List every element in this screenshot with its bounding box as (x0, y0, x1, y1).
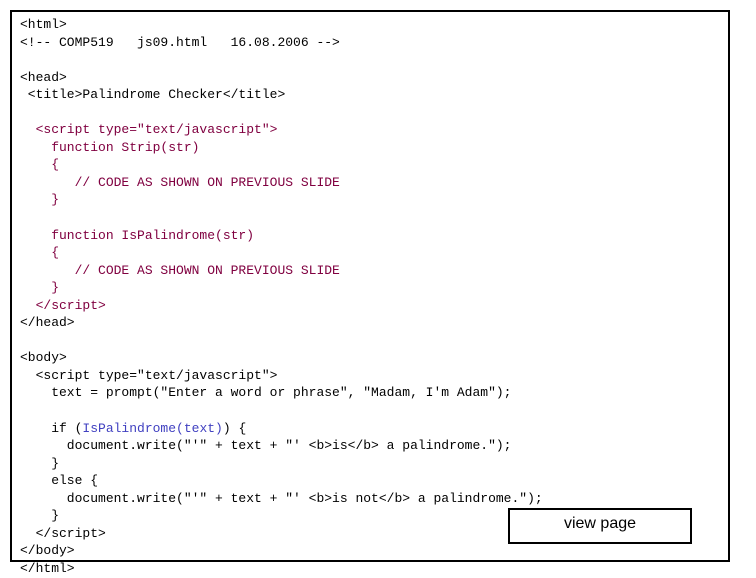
code-line: text = prompt("Enter a word or phrase", … (20, 384, 720, 402)
code-line: if (IsPalindrome(text)) { (20, 420, 720, 438)
code-line: // CODE AS SHOWN ON PREVIOUS SLIDE (20, 262, 720, 280)
code-line: <html> (20, 16, 720, 34)
code-frame: <html><!-- COMP519 js09.html 16.08.2006 … (10, 10, 730, 562)
code-line: <title>Palindrome Checker</title> (20, 86, 720, 104)
view-page-button[interactable]: view page (508, 508, 692, 544)
code-line: <!-- COMP519 js09.html 16.08.2006 --> (20, 34, 720, 52)
code-line: else { (20, 472, 720, 490)
code-line: } (20, 455, 720, 473)
code-line (20, 51, 720, 69)
code-line: <script type="text/javascript"> (20, 121, 720, 139)
code-line: </script> (20, 297, 720, 315)
code-line (20, 209, 720, 227)
code-line: { (20, 244, 720, 262)
code-line: function IsPalindrome(str) (20, 227, 720, 245)
code-line: <head> (20, 69, 720, 87)
code-line: { (20, 156, 720, 174)
code-line (20, 402, 720, 420)
code-line: <script type="text/javascript"> (20, 367, 720, 385)
code-line (20, 332, 720, 350)
code-line: </body> (20, 542, 720, 560)
code-line: document.write("'" + text + "' <b>is not… (20, 490, 720, 508)
code-line: document.write("'" + text + "' <b>is</b>… (20, 437, 720, 455)
code-listing: <html><!-- COMP519 js09.html 16.08.2006 … (20, 16, 720, 578)
code-line: function Strip(str) (20, 139, 720, 157)
code-line: </head> (20, 314, 720, 332)
code-line: </html> (20, 560, 720, 578)
code-line: } (20, 279, 720, 297)
code-line (20, 104, 720, 122)
code-line: <body> (20, 349, 720, 367)
code-line: } (20, 191, 720, 209)
code-line: // CODE AS SHOWN ON PREVIOUS SLIDE (20, 174, 720, 192)
